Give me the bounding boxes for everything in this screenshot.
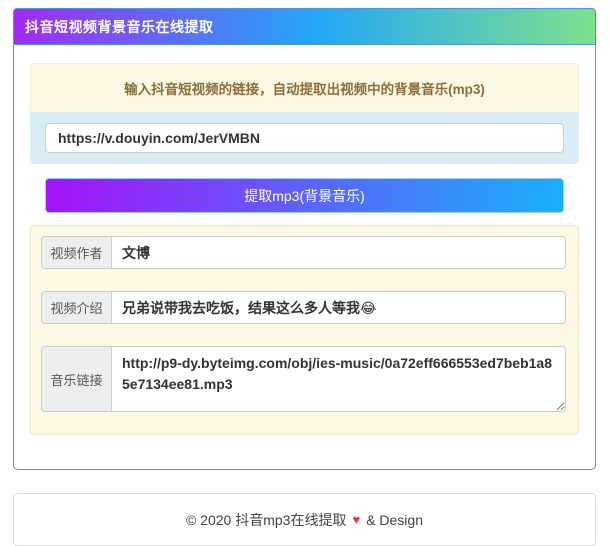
description-row: 视频介绍 bbox=[41, 291, 566, 324]
page: 抖音短视频背景音乐在线提取 输入抖音短视频的链接，自动提取出视频中的背景音乐(m… bbox=[0, 0, 609, 546]
page-title: 抖音短视频背景音乐在线提取 bbox=[25, 19, 214, 35]
main-panel: 输入抖音短视频的链接，自动提取出视频中的背景音乐(mp3) 提取mp3(背景音乐… bbox=[13, 44, 596, 470]
footer: © 2020 抖音mp3在线提取 ♥ & Design bbox=[13, 493, 596, 546]
heart-icon: ♥ bbox=[352, 512, 360, 527]
button-row: 提取mp3(背景音乐) bbox=[45, 178, 564, 213]
design-credit-text: & Design bbox=[366, 512, 423, 528]
author-value-input[interactable] bbox=[111, 236, 566, 269]
music-link-textarea[interactable]: http://p9-dy.byteimg.com/obj/ies-music/0… bbox=[111, 346, 566, 412]
instruction-banner: 输入抖音短视频的链接，自动提取出视频中的背景音乐(mp3) bbox=[30, 63, 579, 112]
url-strip bbox=[30, 112, 579, 164]
app-header: 抖音短视频背景音乐在线提取 bbox=[13, 8, 596, 44]
copyright-text: © 2020 抖音mp3在线提取 bbox=[186, 510, 346, 530]
music-link-label: 音乐链接 bbox=[41, 346, 111, 412]
extract-mp3-button[interactable]: 提取mp3(背景音乐) bbox=[45, 178, 564, 213]
video-url-input[interactable] bbox=[45, 123, 564, 153]
author-row: 视频作者 bbox=[41, 236, 566, 269]
results-box: 视频作者 视频介绍 音乐链接 http://p9-dy.byteimg.com/… bbox=[30, 225, 579, 435]
description-label: 视频介绍 bbox=[41, 291, 111, 324]
music-link-row: 音乐链接 http://p9-dy.byteimg.com/obj/ies-mu… bbox=[41, 346, 566, 412]
author-label: 视频作者 bbox=[41, 236, 111, 269]
description-value-input[interactable] bbox=[111, 291, 566, 324]
panel-body: 输入抖音短视频的链接，自动提取出视频中的背景音乐(mp3) 提取mp3(背景音乐… bbox=[14, 45, 595, 469]
